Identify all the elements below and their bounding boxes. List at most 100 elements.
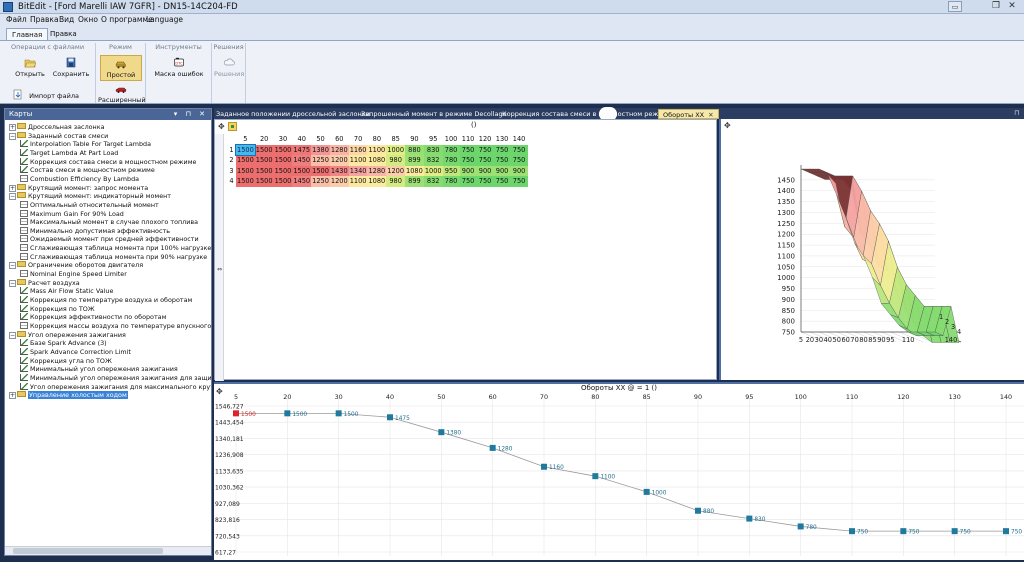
table-cell[interactable]: 750 (459, 176, 477, 187)
save-button[interactable]: Сохранить (50, 57, 92, 78)
expand-icon[interactable]: + (9, 124, 16, 131)
tree-folder[interactable]: − Ограничение оборотов двигателя (9, 261, 143, 270)
tree-item[interactable]: Interpolation Table For Target Lambda (20, 140, 151, 149)
tree-item[interactable]: Максимальный момент в случае плохого топ… (20, 218, 198, 227)
column-header[interactable]: 90 (405, 134, 424, 145)
data-point[interactable] (233, 410, 239, 417)
table-cell[interactable]: 1475 (292, 144, 312, 155)
table-cell[interactable]: 1100 (367, 144, 387, 155)
table-cell[interactable]: 1500 (236, 165, 255, 176)
collapse-icon[interactable]: − (9, 331, 16, 339)
tab-edit[interactable]: Правка (45, 28, 82, 40)
close-tab-icon[interactable]: ✕ (708, 111, 713, 119)
data-point[interactable] (438, 429, 445, 436)
table-cell[interactable]: 1500 (236, 176, 255, 187)
table-cell[interactable]: 830 (423, 144, 443, 155)
move-handle-icon[interactable]: ✥ (724, 121, 731, 130)
table-cell[interactable]: 1500 (235, 143, 256, 156)
tab-home[interactable]: Главная (6, 28, 49, 40)
row-header[interactable]: 3 (227, 166, 236, 177)
table-cell[interactable]: 900 (510, 165, 528, 176)
menu-window[interactable]: Окно (78, 15, 98, 25)
tree-item[interactable]: Nominal Engine Speed Limiter (20, 270, 127, 279)
tree-item[interactable]: Target Lambda At Part Load (20, 148, 118, 158)
table-cell[interactable]: 1430 (329, 165, 349, 176)
table-cell[interactable]: 1200 (329, 155, 349, 166)
expand-icon[interactable]: + (9, 184, 16, 192)
doc-tab-throttle[interactable]: Заданное положении дроссельной заслонки (216, 109, 370, 119)
tree-item[interactable]: Ожидаемый момент при средней эффективнос… (20, 235, 199, 244)
move-handle-icon[interactable]: ✥ (216, 387, 223, 396)
tree-item[interactable]: Минимальный угол опережения зажигания (20, 365, 178, 374)
table-cell[interactable]: 1080 (367, 176, 387, 187)
column-header[interactable]: 5 (236, 134, 255, 145)
simple-mode-button[interactable]: Простой (100, 55, 142, 81)
collapse-icon[interactable]: − (9, 193, 16, 201)
table-cell[interactable]: 750 (493, 176, 511, 187)
row-header[interactable]: 2 (227, 155, 236, 166)
tree-item[interactable]: Минимальный угол опережения зажигания дл… (20, 373, 211, 383)
table-cell[interactable]: 1500 (273, 144, 293, 155)
column-header[interactable]: 100 (443, 134, 460, 145)
table-cell[interactable]: 899 (405, 176, 424, 187)
table-cell[interactable]: 980 (386, 155, 406, 166)
table-cell[interactable]: 750 (459, 144, 477, 155)
tree-item[interactable]: Оптимальный относительный момент (20, 200, 159, 210)
table-cell[interactable]: 880 (405, 144, 424, 155)
table-cell[interactable]: 1200 (329, 176, 349, 187)
tree-item[interactable]: Сглаживающая таблица момента при 100% на… (20, 244, 211, 253)
data-point[interactable] (1003, 528, 1009, 535)
collapse-icon[interactable]: − (9, 132, 16, 140)
data-point[interactable] (387, 414, 393, 421)
table-cell[interactable]: 1380 (311, 144, 330, 155)
table-cell[interactable]: 1000 (386, 144, 406, 155)
table-cell[interactable]: 780 (442, 176, 460, 187)
table-cell[interactable]: 950 (442, 165, 460, 176)
error-mask-button[interactable]: DTC Маска ошибок (150, 57, 208, 78)
tab-pin-icon[interactable]: ⊓ (1014, 109, 1019, 117)
close-button[interactable]: ✕ (1006, 1, 1018, 12)
doc-tab-decollage[interactable]: Запрошенный момент в режиме Decollage (361, 109, 507, 119)
minimize-button[interactable]: ▭ (948, 1, 962, 12)
scroll-thumb[interactable] (13, 548, 163, 554)
tree-folder[interactable]: − Крутящий момент: индикаторный момент (9, 192, 171, 201)
table-cell[interactable]: 750 (493, 155, 511, 166)
table-cell[interactable]: 832 (423, 176, 443, 187)
collapse-icon[interactable]: − (9, 279, 16, 287)
column-header[interactable]: 40 (292, 134, 311, 145)
tree-item[interactable]: Сглаживающая таблица момента при 90% наг… (20, 252, 207, 262)
open-button[interactable]: Открыть (12, 57, 48, 78)
collapse-icon[interactable]: − (9, 262, 16, 270)
table-cell[interactable]: 780 (442, 155, 460, 166)
column-header[interactable]: 140 (511, 134, 528, 145)
tree-folder[interactable]: + Управление холостым ходом (9, 391, 128, 400)
table-cell[interactable]: 900 (493, 165, 511, 176)
table-cell[interactable]: 1500 (273, 176, 293, 187)
table-cell[interactable]: 1500 (236, 155, 255, 166)
data-point[interactable] (849, 528, 855, 535)
table-cell[interactable]: 1280 (329, 144, 349, 155)
tree-folder[interactable]: + Крутящий момент: запрос момента (9, 183, 148, 193)
tree-item[interactable]: Состав смеси в мощностном режиме (20, 166, 155, 175)
tree-item[interactable]: Минимально допустимая эффективность (20, 226, 170, 236)
tree-item[interactable]: Коррекция эффективности по оборотам (20, 313, 166, 322)
data-point[interactable] (695, 507, 701, 514)
column-header[interactable]: 120 (477, 134, 494, 145)
table-cell[interactable]: 1080 (405, 165, 424, 176)
table-cell[interactable]: 1450 (292, 155, 312, 166)
table-cell[interactable]: 1250 (311, 155, 330, 166)
table-cell[interactable]: 1100 (348, 155, 368, 166)
data-point[interactable] (541, 463, 547, 470)
table-cell[interactable]: 1500 (273, 155, 293, 166)
tree-item[interactable]: Коррекция состава смеси в мощностном реж… (20, 157, 196, 167)
table-cell[interactable]: 899 (405, 155, 424, 166)
column-header[interactable]: 80 (367, 134, 386, 145)
tree-item[interactable]: Базе Spark Advance (3) (20, 339, 107, 348)
menu-edit[interactable]: Правка (30, 15, 59, 25)
table-cell[interactable]: 900 (476, 165, 494, 176)
table-cell[interactable]: 1500 (292, 165, 312, 176)
column-header[interactable]: 110 (460, 134, 477, 145)
column-header[interactable]: 130 (494, 134, 511, 145)
data-point[interactable] (900, 528, 907, 535)
tree-folder[interactable]: + Дроссельная заслонка (9, 123, 105, 132)
